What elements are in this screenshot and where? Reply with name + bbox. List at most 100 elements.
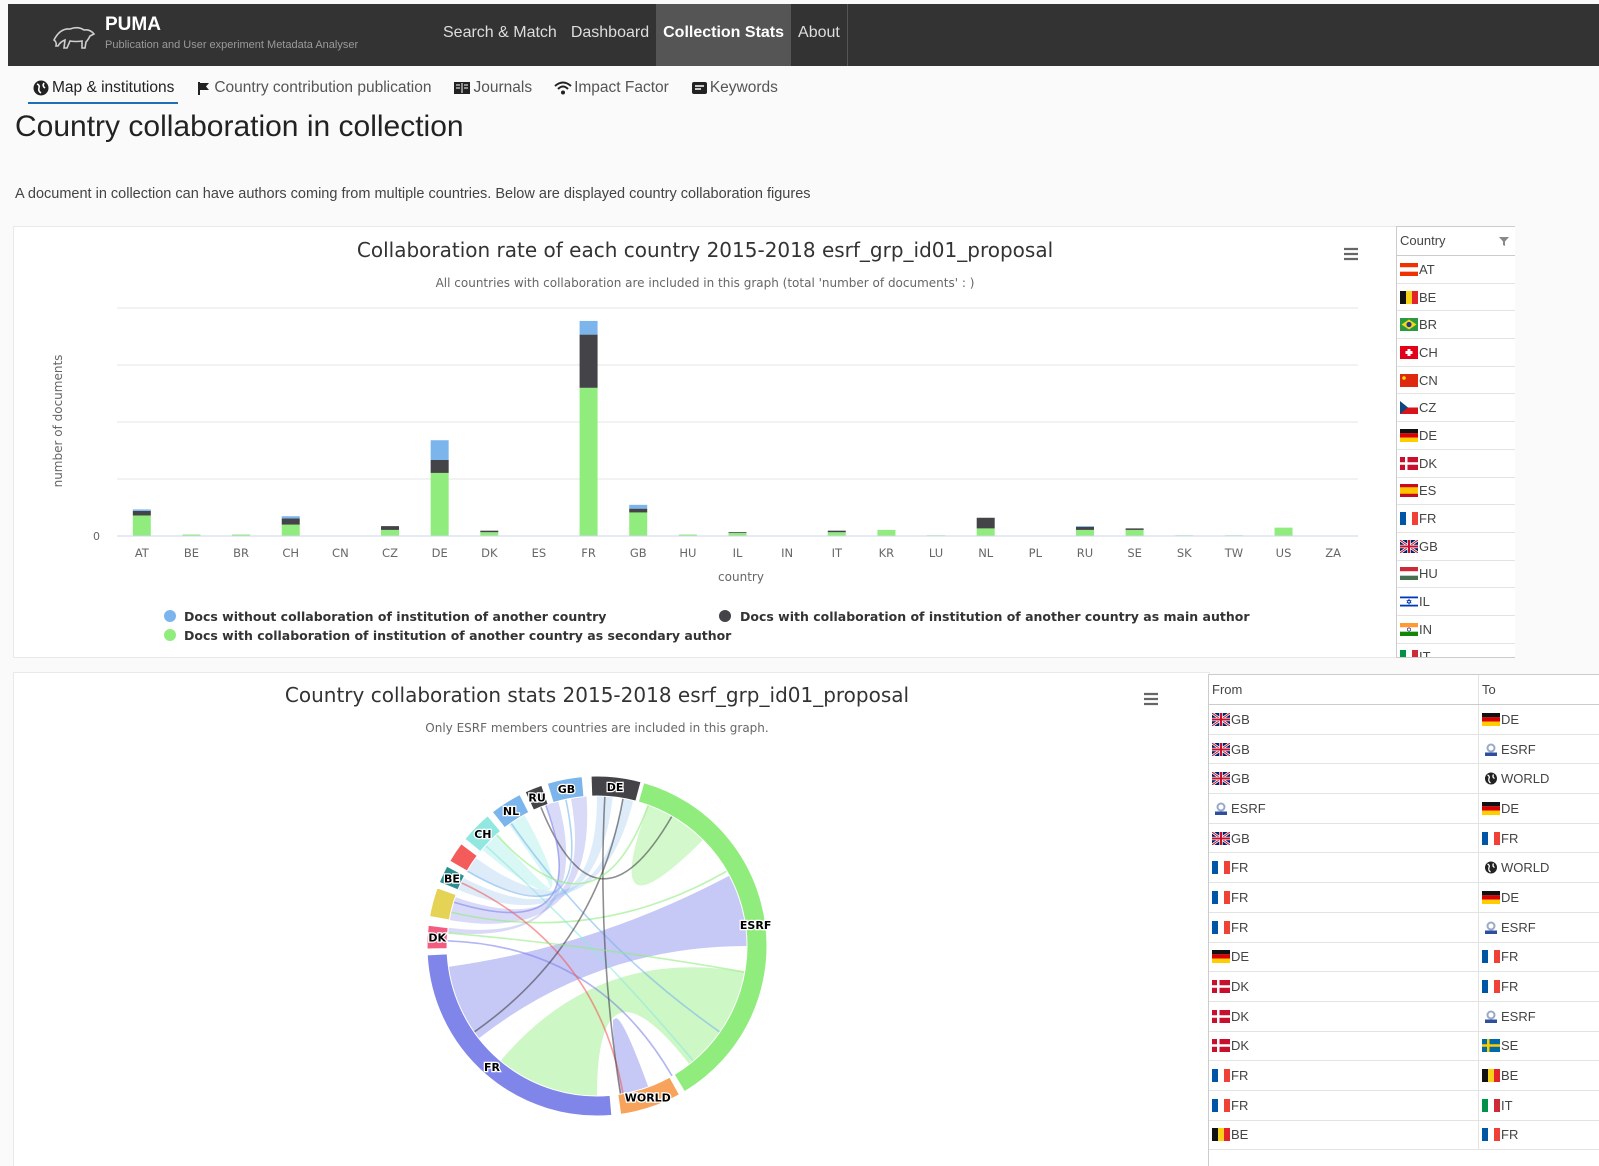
country-row[interactable]: IN xyxy=(1397,616,1515,644)
country-row[interactable]: CH xyxy=(1397,339,1515,367)
table-row[interactable]: DK FR xyxy=(1209,972,1599,1002)
bar-segment[interactable] xyxy=(1075,529,1094,536)
table-row[interactable]: ESRF DE xyxy=(1209,794,1599,824)
chord-node-label: FR xyxy=(484,1061,501,1074)
legend-item-secondary-author[interactable]: Docs with collaboration of institution o… xyxy=(164,628,732,643)
country-row[interactable]: IT xyxy=(1397,644,1515,657)
flag-be-icon xyxy=(1482,1069,1500,1083)
x-tick-label: NL xyxy=(978,546,994,560)
table-row[interactable]: DK ESRF xyxy=(1209,1001,1599,1032)
from-label: GB xyxy=(1231,830,1250,846)
from-column-header[interactable]: From xyxy=(1209,675,1479,704)
from-cell: DK xyxy=(1209,972,1479,1001)
table-row[interactable]: GB WORLD xyxy=(1209,764,1599,795)
table-row[interactable]: DK SE xyxy=(1209,1031,1599,1062)
country-code: CZ xyxy=(1419,400,1437,416)
legend-item-without-collab[interactable]: Docs without collaboration of institutio… xyxy=(164,609,606,624)
bar-segment[interactable] xyxy=(976,517,995,529)
table-row[interactable]: FR IT xyxy=(1209,1090,1599,1121)
tab-country-contribution[interactable]: Country contribution publication xyxy=(192,74,435,102)
country-row[interactable]: DK xyxy=(1397,450,1515,478)
bar-segment[interactable] xyxy=(629,508,648,513)
wifi-icon xyxy=(554,81,572,95)
country-row[interactable]: CZ xyxy=(1397,394,1515,423)
chord-node-label: GB xyxy=(558,783,575,796)
country-row[interactable]: AT xyxy=(1397,256,1515,284)
bar-segment[interactable] xyxy=(629,512,648,536)
to-label: IT xyxy=(1501,1097,1513,1113)
top-navbar: PUMA Publication and User experiment Met… xyxy=(8,4,1599,66)
flag-it-icon xyxy=(1482,1098,1500,1112)
x-tick-label: US xyxy=(1276,546,1292,560)
country-row[interactable]: IL xyxy=(1397,588,1515,616)
chart-menu-button[interactable] xyxy=(1343,246,1359,262)
nav-collection-stats[interactable]: Collection Stats xyxy=(656,4,792,66)
bar-segment[interactable] xyxy=(480,532,499,536)
nav-search-match[interactable]: Search & Match xyxy=(436,4,564,66)
bar-segment[interactable] xyxy=(1125,528,1144,530)
country-row[interactable]: CN xyxy=(1397,367,1515,395)
bar-segment[interactable] xyxy=(381,529,400,536)
country-row[interactable]: BR xyxy=(1397,311,1515,340)
country-row[interactable]: GB xyxy=(1397,533,1515,561)
legend-item-main-author[interactable]: Docs with collaboration of institution o… xyxy=(719,609,1250,624)
bar-segment[interactable] xyxy=(629,504,648,509)
table-row[interactable]: FR ESRF xyxy=(1209,912,1599,943)
bar-segment[interactable] xyxy=(827,532,846,536)
table-row[interactable]: FR DE xyxy=(1209,883,1599,913)
bar-segment[interactable] xyxy=(1274,527,1293,536)
tab-label: Impact Factor xyxy=(574,79,669,96)
bar-segment[interactable] xyxy=(430,460,449,473)
bar-segment[interactable] xyxy=(281,524,300,536)
nav-about[interactable]: About xyxy=(791,4,847,66)
bar-segment[interactable] xyxy=(1125,529,1144,536)
country-row[interactable]: HU xyxy=(1397,561,1515,589)
country-row[interactable]: FR xyxy=(1397,505,1515,533)
table-row[interactable]: GB DE xyxy=(1209,705,1599,735)
table-row[interactable]: GB ESRF xyxy=(1209,734,1599,765)
bar-segment[interactable] xyxy=(579,387,598,536)
bar-segment[interactable] xyxy=(976,528,995,536)
bar-segment[interactable] xyxy=(728,532,747,533)
bar-segment[interactable] xyxy=(281,516,300,519)
bar-segment[interactable] xyxy=(430,440,449,460)
table-row[interactable]: BE FR xyxy=(1209,1120,1599,1151)
country-table-header[interactable]: Country xyxy=(1397,227,1515,256)
tab-map-institutions[interactable]: Map & institutions xyxy=(28,74,179,104)
flag-gb-icon xyxy=(1212,742,1230,756)
puma-logo-icon[interactable] xyxy=(52,20,96,50)
country-row[interactable]: ES xyxy=(1397,478,1515,506)
country-table: Country AT BE BR CH CN CZ DE DK ES FR GB HU IL IN IT xyxy=(1396,226,1515,658)
bar-segment[interactable] xyxy=(579,334,598,388)
app-name[interactable]: PUMA xyxy=(105,14,161,36)
country-row[interactable]: DE xyxy=(1397,422,1515,450)
tab-keywords[interactable]: Keywords xyxy=(687,74,782,102)
bar-segment[interactable] xyxy=(381,526,400,530)
bar-segment[interactable] xyxy=(1075,526,1094,530)
bar-segment[interactable] xyxy=(132,510,151,516)
nav-dashboard[interactable]: Dashboard xyxy=(564,4,656,66)
to-label: FR xyxy=(1501,979,1519,995)
to-cell: SE xyxy=(1479,1032,1599,1061)
table-row[interactable]: DE FR xyxy=(1209,942,1599,973)
to-column-header[interactable]: To xyxy=(1479,675,1599,704)
filter-icon[interactable] xyxy=(1499,237,1509,246)
flag-br-icon xyxy=(1400,318,1418,332)
tag-icon xyxy=(691,82,707,94)
table-row[interactable]: GB FR xyxy=(1209,823,1599,854)
table-row[interactable]: FR WORLD xyxy=(1209,853,1599,884)
bar-segment[interactable] xyxy=(132,509,151,511)
bar-segment[interactable] xyxy=(827,530,846,533)
country-row[interactable]: BE xyxy=(1397,284,1515,312)
table-row[interactable]: FR BE xyxy=(1209,1061,1599,1091)
bar-segment[interactable] xyxy=(281,518,300,525)
bar-segment[interactable] xyxy=(480,530,499,533)
tab-impact-factor[interactable]: Impact Factor xyxy=(550,74,673,102)
bar-segment[interactable] xyxy=(1075,526,1094,527)
tab-journals[interactable]: Journals xyxy=(449,74,536,102)
bar-segment[interactable] xyxy=(877,529,896,536)
bar-segment[interactable] xyxy=(579,320,598,335)
bar-segment[interactable] xyxy=(132,515,151,536)
chord-menu-button[interactable] xyxy=(1143,691,1159,707)
bar-segment[interactable] xyxy=(430,472,449,536)
